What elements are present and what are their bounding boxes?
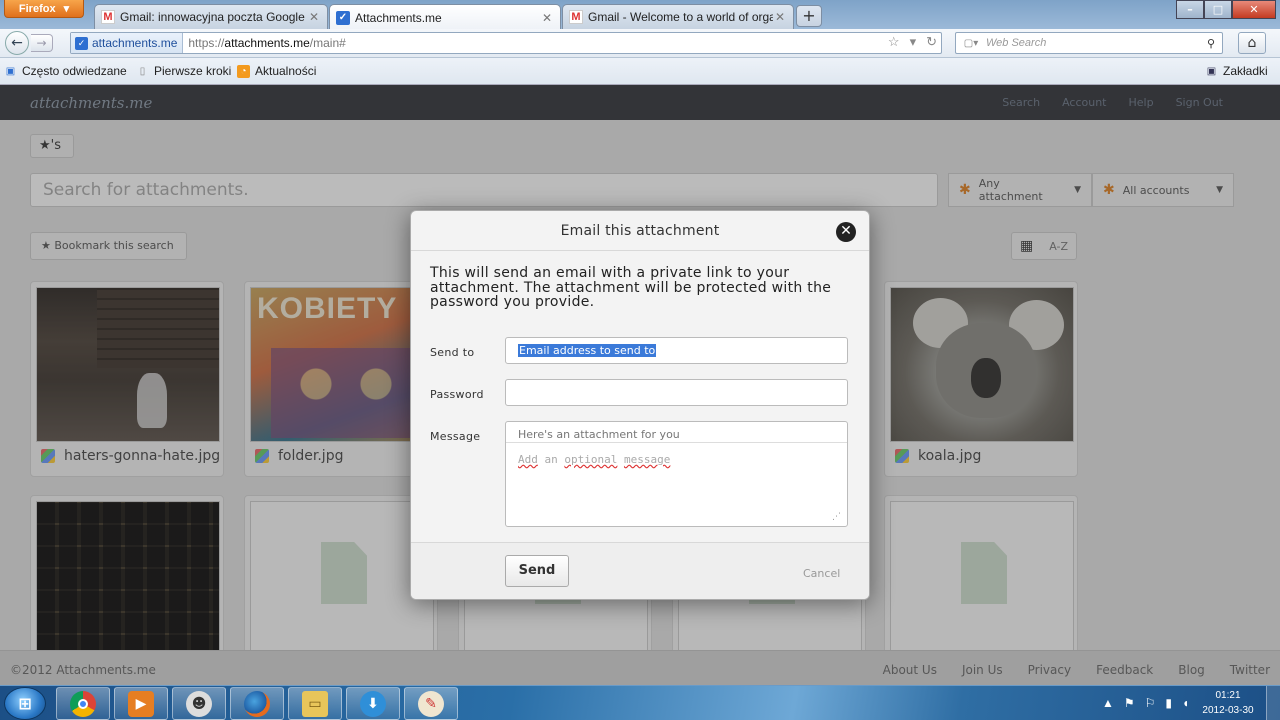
show-hidden-icons-arrow-icon[interactable]: ▲ [1102, 696, 1114, 710]
paint-icon[interactable]: ✎ [404, 687, 458, 720]
message-placeholder: Add an optional message [518, 453, 670, 466]
firefox-menu-label: Firefox [18, 2, 56, 15]
address-bar[interactable]: ✓ attachments.me https://attachments.me/… [70, 32, 942, 54]
minimize-button[interactable]: – [1176, 0, 1204, 19]
cancel-link[interactable]: Cancel [803, 567, 840, 580]
message-word: message [623, 453, 671, 466]
gmail-icon: M [569, 10, 583, 24]
message-word: Add [518, 453, 538, 466]
dropdown-arrow-icon: ▾ [63, 3, 70, 15]
gmail-icon: M [101, 10, 115, 24]
tab-title: Gmail - Welcome to a world of organ... [588, 10, 773, 24]
bookmark-label: Aktualności [255, 64, 317, 78]
tray-icons: ▲ ⚑ ⚐ ▮ ◖ [1102, 696, 1189, 710]
dialog-description: This will send an email with a private l… [430, 265, 832, 310]
forward-button[interactable]: → [31, 34, 53, 52]
reload-icon[interactable]: ↻ [926, 34, 937, 50]
browser-tab-bar: Firefox ▾ M Gmail: innowacyjna poczta Goo… [0, 0, 1280, 30]
navigation-toolbar: ← → ✓ attachments.me https://attachments… [0, 29, 1280, 58]
tab-title: Gmail: innowacyjna poczta Google [120, 10, 305, 24]
action-center-icon[interactable]: ⚑ [1124, 696, 1135, 710]
bookmarks-menu-label: Zakładki [1223, 64, 1268, 78]
new-tab-button[interactable]: + [796, 5, 822, 27]
home-button[interactable]: ⌂ [1238, 32, 1266, 54]
web-search-box[interactable]: ▢▾ Web Search ⚲ [955, 32, 1223, 54]
dialog-title: Email this attachment [560, 223, 720, 239]
close-window-button[interactable]: ✕ [1232, 0, 1276, 19]
close-tab-icon[interactable]: ✕ [307, 10, 321, 24]
bookmark-most-visited[interactable]: ▣ Często odwiedzane [4, 64, 127, 78]
resize-handle-icon[interactable]: ⋰ [832, 512, 841, 522]
dialog-header: Email this attachment ✕ [411, 211, 869, 251]
download-icon[interactable]: ⬇ [346, 687, 400, 720]
media-player-icon[interactable]: ▶ [114, 687, 168, 720]
tab-attachments[interactable]: ✓ Attachments.me ✕ [329, 4, 561, 30]
bookmark-star-icon[interactable]: ☆ [888, 34, 900, 50]
search-engine-icon[interactable]: ▢▾ [956, 38, 986, 49]
system-tray: ▲ ⚑ ⚐ ▮ ◖ 01:21 2012-03-30 [1100, 686, 1280, 720]
url-path: /main# [309, 36, 346, 50]
message-label: Message [430, 430, 481, 443]
page-icon: ▯ [139, 65, 146, 77]
bookmark-label: Często odwiedzane [22, 64, 127, 78]
show-desktop-button[interactable] [1266, 686, 1280, 720]
message-word: an [544, 453, 558, 466]
search-icon[interactable]: ⚲ [1200, 37, 1222, 50]
attachments-favicon: ✓ [75, 36, 88, 50]
chrome-icon[interactable] [56, 687, 110, 720]
url-text[interactable]: https://attachments.me/main# [183, 36, 345, 50]
close-tab-icon[interactable]: ✕ [773, 10, 787, 24]
message-subject: Here's an attachment for you [506, 422, 847, 443]
message-textarea[interactable]: Here's an attachment for you Add an opti… [505, 421, 848, 527]
alien-icon[interactable]: ☻ [172, 687, 226, 720]
tab-gmail[interactable]: M Gmail: innowacyjna poczta Google ✕ [94, 4, 328, 29]
site-identity-label: attachments.me [92, 36, 178, 50]
bookmarks-toolbar: ▣ Często odwiedzane ▯ Pierwsze kroki ◔ A… [0, 58, 1280, 85]
windows-taskbar: ⊞ ▶ ☻ ▭ ⬇ ✎ ▲ ⚑ ⚐ ▮ ◖ 01:21 2012-03-30 [0, 685, 1280, 720]
tab-title: Attachments.me [355, 10, 442, 25]
email-attachment-dialog: Email this attachment ✕ This will send a… [410, 210, 870, 600]
bookmarks-icon: ▣ [1206, 65, 1217, 77]
dropdown-arrow-icon[interactable]: ▾ [910, 34, 917, 50]
attachments-favicon: ✓ [336, 10, 350, 25]
email-placeholder: Email address to send to [518, 344, 657, 357]
clock-time[interactable]: 01:21 [1200, 690, 1256, 701]
dialog-footer: Send Cancel [411, 542, 869, 599]
clock-date[interactable]: 2012-03-30 [1197, 705, 1259, 716]
search-placeholder: Web Search [986, 37, 1047, 49]
password-label: Password [430, 388, 484, 401]
back-button[interactable]: ← [5, 31, 29, 55]
network-icon[interactable]: ▮ [1165, 696, 1172, 710]
close-tab-icon[interactable]: ✕ [540, 11, 554, 25]
url-actions: ☆ ▾ ↻ [888, 34, 937, 50]
maximize-button[interactable]: □ [1204, 0, 1232, 19]
send-button[interactable]: Send [505, 555, 569, 587]
flag-icon[interactable]: ⚐ [1145, 696, 1156, 710]
rss-icon: ◔ [237, 64, 250, 78]
window-controls: – □ ✕ [1176, 0, 1276, 20]
bookmark-folder-icon: ▣ [5, 65, 16, 77]
site-identity-button[interactable]: ✓ attachments.me [71, 33, 184, 53]
tab-gmail-welcome[interactable]: M Gmail - Welcome to a world of organ...… [562, 4, 794, 29]
volume-icon[interactable]: ◖ [1182, 696, 1189, 710]
firefox-icon[interactable] [230, 687, 284, 720]
url-host: attachments.me [224, 36, 310, 50]
explorer-icon[interactable]: ▭ [288, 687, 342, 720]
url-prefix: https:// [188, 36, 225, 50]
bookmarks-menu-button[interactable]: ▣ Zakładki [1205, 64, 1268, 78]
send-to-label: Send to [430, 346, 475, 359]
bookmark-getting-started[interactable]: ▯ Pierwsze kroki [136, 64, 232, 78]
firefox-menu-button[interactable]: Firefox ▾ [4, 0, 84, 18]
bookmark-label: Pierwsze kroki [154, 64, 232, 78]
password-field[interactable] [505, 379, 848, 406]
close-icon[interactable]: ✕ [836, 222, 856, 242]
message-word: optional [564, 453, 618, 466]
email-field[interactable]: Email address to send to [505, 337, 848, 364]
bookmark-news[interactable]: ◔ Aktualności [237, 64, 316, 78]
start-button[interactable]: ⊞ [4, 687, 46, 720]
